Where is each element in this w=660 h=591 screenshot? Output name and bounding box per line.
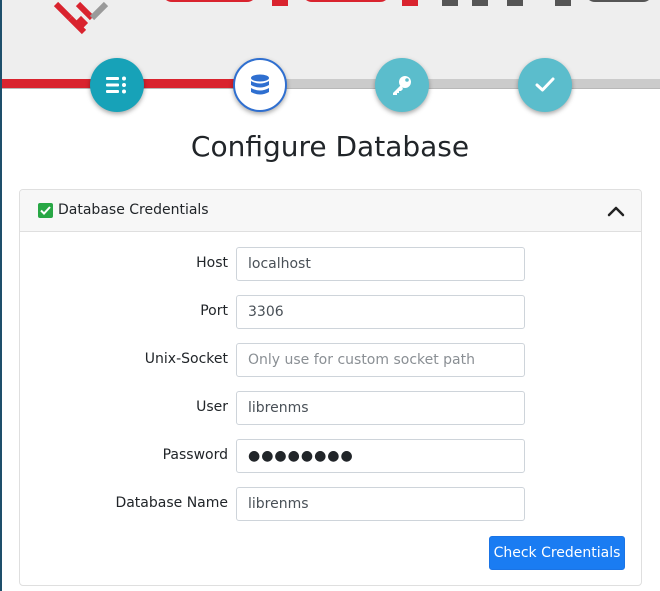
check-icon bbox=[535, 77, 555, 92]
user-label: User bbox=[196, 399, 228, 415]
database-name-input[interactable] bbox=[236, 487, 525, 521]
collapse-button[interactable] bbox=[605, 200, 627, 222]
host-row: Host bbox=[20, 247, 643, 281]
password-row: Password bbox=[20, 439, 643, 473]
card-title: Database Credentials bbox=[58, 202, 209, 218]
unix-socket-row: Unix-Socket bbox=[20, 343, 643, 377]
password-label: Password bbox=[162, 447, 228, 463]
chevron-up-icon bbox=[607, 206, 625, 217]
database-icon bbox=[251, 74, 269, 95]
unix-socket-input[interactable] bbox=[236, 343, 525, 377]
list-icon bbox=[106, 76, 126, 94]
database-credentials-card: Database Credentials Host Port Unix-Sock… bbox=[19, 189, 642, 586]
unix-socket-label: Unix-Socket bbox=[144, 351, 228, 367]
user-row: User bbox=[20, 391, 643, 425]
password-input[interactable] bbox=[236, 439, 525, 473]
card-header[interactable]: Database Credentials bbox=[20, 190, 641, 232]
port-input[interactable] bbox=[236, 295, 525, 329]
librenms-wordmark bbox=[166, 0, 649, 6]
step-key[interactable] bbox=[375, 58, 429, 112]
check-credentials-button[interactable]: Check Credentials bbox=[489, 536, 625, 570]
port-label: Port bbox=[200, 303, 228, 319]
step-list[interactable] bbox=[90, 58, 144, 112]
user-input[interactable] bbox=[236, 391, 525, 425]
librenms-logo-mark bbox=[53, 1, 109, 35]
database-name-label: Database Name bbox=[115, 495, 228, 511]
database-name-row: Database Name bbox=[20, 487, 643, 521]
progress-line-remaining bbox=[260, 79, 660, 88]
window-edge bbox=[0, 0, 2, 591]
host-label: Host bbox=[196, 255, 228, 271]
step-database[interactable] bbox=[233, 58, 287, 112]
host-input[interactable] bbox=[236, 247, 525, 281]
key-icon bbox=[393, 76, 411, 95]
checkbox-checked-icon bbox=[38, 203, 53, 218]
page-title: Configure Database bbox=[190, 130, 470, 163]
step-finish[interactable] bbox=[518, 58, 572, 112]
port-row: Port bbox=[20, 295, 643, 329]
